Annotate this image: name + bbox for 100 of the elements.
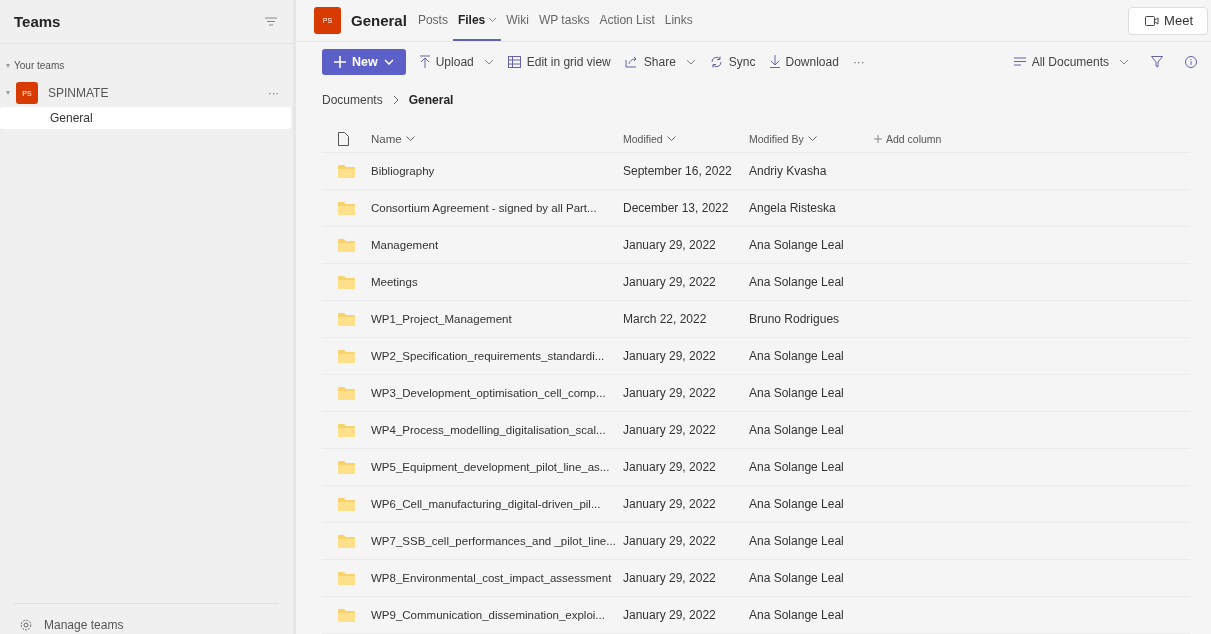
table-cell: January 29, 2022 [623,608,716,622]
settings-icon [20,619,32,631]
file-name[interactable]: WP7_SSB_cell_performances_and _pilot_line... [371,535,616,547]
table-cell: September 16, 2022 [623,164,732,178]
chevron-down-icon [807,136,817,141]
tab[interactable]: Files [452,0,502,41]
column-header[interactable]: Name [371,132,415,145]
chevron-down-icon [489,18,497,22]
table-cell: Ana Solange Leal [749,497,844,511]
file-type-icon [338,131,349,146]
table-cell: January 29, 2022 [623,460,716,474]
file-name[interactable]: WP9_Communication_dissemination_exploi... [371,609,605,621]
folder-icon [338,423,355,437]
table-cell: Angela Risteska [749,201,836,215]
download-icon [769,55,780,68]
column-header[interactable]: Modified [623,132,676,145]
toolbar-button[interactable]: Edit in grid view [507,54,611,69]
file-name[interactable]: WP1_Project_Management [371,313,512,325]
folder-icon [338,275,355,289]
sidebar-title: Teams [14,13,61,30]
file-name[interactable]: WP2_Specification_requirements_standardi... [371,350,605,362]
folder-icon [338,608,355,622]
section-label: Your teams [14,60,65,71]
folder-icon [338,164,355,178]
chevron-icon [392,95,399,105]
share-icon [624,55,638,68]
folder-icon [338,201,355,215]
add-column-button[interactable]: Add column [874,132,942,145]
tab[interactable]: Wiki [501,0,534,41]
grid-icon [507,55,521,68]
breadcrumb-link[interactable]: General [408,93,454,107]
table-cell: Bruno Rodrigues [749,312,840,326]
table-cell: Ana Solange Leal [749,608,844,622]
new-button[interactable]: New [322,48,406,75]
file-name[interactable]: WP3_Development_optimisation_cell_comp... [371,387,606,399]
table-cell: January 29, 2022 [623,275,716,289]
table-cell: December 13, 2022 [623,201,729,215]
table-cell: Ana Solange Leal [749,386,844,400]
table-cell: Andriy Kvasha [749,164,827,178]
toolbar-button[interactable]: Upload [419,54,494,69]
channel-item[interactable]: General [0,107,291,129]
folder-icon [338,497,355,511]
file-name[interactable]: WP5_Equipment_development_pilot_line_as... [371,461,610,473]
upload-icon [419,55,430,68]
table-cell: Ana Solange Leal [749,238,844,252]
file-name[interactable]: Bibliography [371,165,435,177]
caret-icon [6,91,10,95]
file-name[interactable]: Consortium Agreement - signed by all Part... [371,202,597,214]
file-name[interactable]: WP6_Cell_manufacturing_digital-driven_pil... [371,498,601,510]
breadcrumb-link[interactable]: Documents [322,93,383,107]
info-icon[interactable] [1185,55,1197,68]
file-name[interactable]: Meetings [371,276,418,288]
toolbar-button[interactable]: Share [624,54,696,69]
table-cell: Ana Solange Leal [749,460,844,474]
folder-icon [338,534,355,548]
filter-icon[interactable] [1151,55,1163,68]
chevron-down-icon [666,136,676,141]
plus-icon [874,134,882,143]
table-cell: January 29, 2022 [623,423,716,437]
file-name[interactable]: WP4_Process_modelling_digitalisation_scal... [371,424,606,436]
sync-icon [709,55,723,68]
folder-icon [338,349,355,363]
table-cell: January 29, 2022 [623,386,716,400]
tab[interactable]: Action List [594,0,660,41]
chevron-down-icon [483,58,494,65]
caret-icon[interactable] [6,63,10,68]
chevron-down-icon [383,58,394,65]
table-cell: January 29, 2022 [623,349,716,363]
table-cell: Ana Solange Leal [749,275,844,289]
chevron-down-icon [405,136,415,141]
list-icon [1013,57,1026,66]
folder-icon [338,571,355,585]
meet-button[interactable]: Meet [1128,6,1208,35]
table-cell: Ana Solange Leal [749,349,844,363]
folder-icon [338,386,355,400]
table-cell: January 29, 2022 [623,238,716,252]
table-cell: Ana Solange Leal [749,534,844,548]
channel-title: General [351,12,407,29]
more-options-button[interactable]: ··· [268,87,279,99]
tab[interactable]: Links [659,0,698,41]
toolbar-button[interactable]: Download [769,54,839,69]
file-name[interactable]: Management [371,239,439,251]
more-options-button[interactable]: ··· [852,54,865,69]
manage-teams-button[interactable]: Manage teams [14,603,279,634]
table-cell: January 29, 2022 [623,497,716,511]
filter-icon[interactable] [265,17,277,26]
tab[interactable]: Posts [412,0,453,41]
view-selector[interactable]: All Documents [1013,54,1129,69]
folder-icon [338,312,355,326]
column-header[interactable]: Modified By [749,132,817,145]
team-name: SPINMATE [48,86,110,100]
folder-icon [338,238,355,252]
chevron-down-icon [685,58,696,65]
folder-icon [338,460,355,474]
toolbar-button[interactable]: Sync [709,54,756,69]
table-cell: March 22, 2022 [623,312,707,326]
table-cell: January 29, 2022 [623,534,716,548]
plus-icon [334,55,346,68]
tab[interactable]: WP tasks [533,0,595,41]
file-name[interactable]: WP8_Environmental_cost_impact_assessment [371,572,612,584]
